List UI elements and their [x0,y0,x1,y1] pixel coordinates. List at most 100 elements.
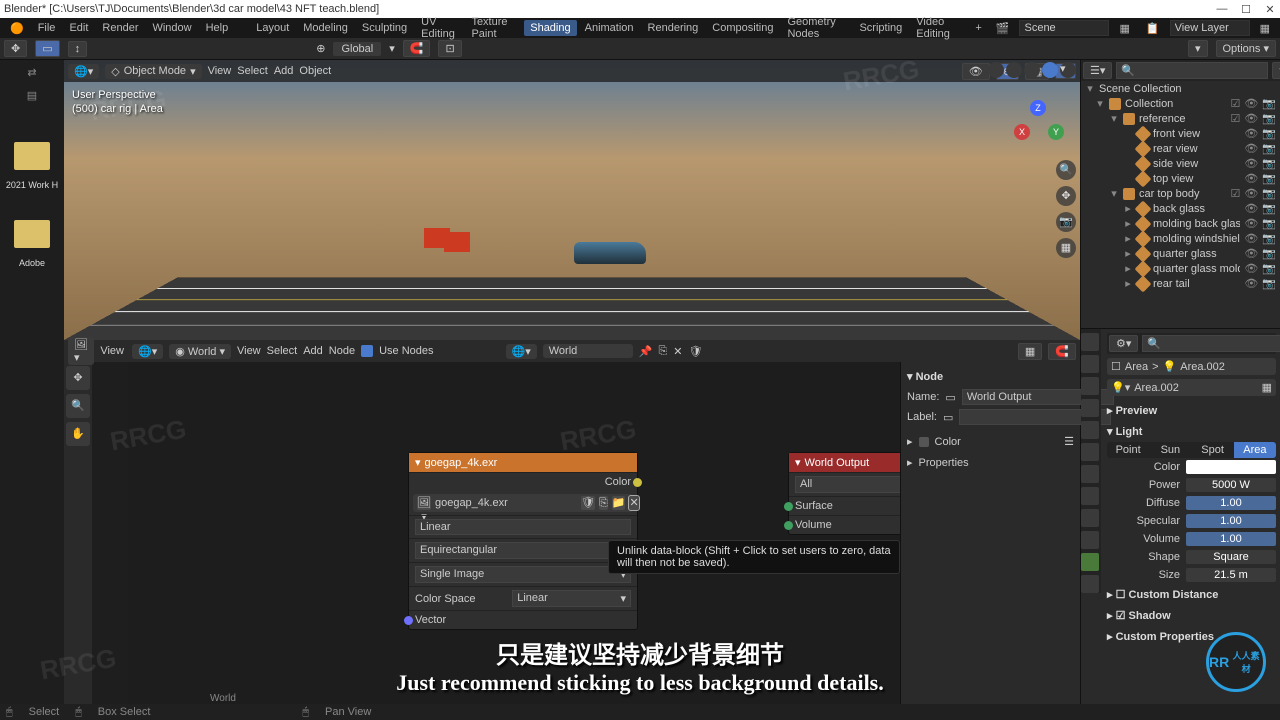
layer-new-icon[interactable]: ▦ [1254,20,1276,37]
folder-icon[interactable] [14,220,50,248]
outliner-item[interactable]: quarter glass [1153,248,1240,260]
volume-value[interactable]: 1.00 [1186,532,1276,546]
shade-solid-icon[interactable] [1006,62,1022,78]
scene-field[interactable] [1019,20,1109,36]
camera-view-icon[interactable]: 📷 [1056,212,1076,232]
breadcrumb-2[interactable]: Area.002 [1180,361,1225,373]
eye-icon[interactable]: 👁 [1244,97,1258,110]
interpolation-select[interactable]: Linear [415,519,631,535]
outliner-item[interactable]: molding back glass [1153,218,1240,230]
axis-z-icon[interactable]: Z [1030,100,1046,116]
tab-rendering[interactable]: Rendering [642,20,705,36]
tab-modifier-icon[interactable] [1081,465,1099,483]
specular-value[interactable]: 1.00 [1186,514,1276,528]
tab-scripting[interactable]: Scripting [853,20,908,36]
tab-world-icon[interactable] [1081,421,1099,439]
node-editor-type-icon[interactable]: 🌐▾ [132,344,163,359]
toolshelf-icon-2[interactable]: ▤ [27,89,37,102]
outliner-item[interactable]: front view [1153,128,1240,140]
tab-object-icon[interactable] [1081,443,1099,461]
color-swatch-icon[interactable] [919,437,929,447]
light-type-area[interactable]: Area [1234,442,1276,458]
tab-scene-icon[interactable] [1081,399,1099,417]
tab-layout[interactable]: Layout [250,20,295,36]
color-section[interactable]: Color [935,436,961,448]
shade-matprev-icon[interactable] [1024,62,1040,78]
ne-menu-node[interactable]: Node [329,345,355,357]
shape-select[interactable]: Square [1186,550,1276,564]
light-color-swatch[interactable] [1186,460,1276,474]
light-type-spot[interactable]: Spot [1192,442,1234,458]
tab-animation[interactable]: Animation [579,20,640,36]
menu-help[interactable]: Help [200,20,235,36]
close-icon[interactable]: ✕ [1264,3,1276,16]
scene-new-icon[interactable]: ▦ [1113,20,1135,37]
maximize-icon[interactable]: ☐ [1240,3,1252,16]
outliner-item[interactable]: back glass [1153,203,1240,215]
scene-collection[interactable]: Scene Collection [1099,83,1276,95]
vp-menu-add[interactable]: Add [274,65,294,77]
pin-icon[interactable]: 📌 [639,345,653,358]
duplicate-icon[interactable]: ⎘ [599,496,608,510]
custom-distance-panel[interactable]: ▸ ☐ Custom Distance [1107,584,1276,605]
tab-particles-icon[interactable] [1081,487,1099,505]
collapse-icon[interactable]: ▾ [795,456,801,469]
source-select[interactable]: Single Image ▾ [415,566,631,583]
zoom-icon[interactable]: 🔍 [1056,160,1076,180]
checkbox-icon[interactable]: ☑ [1230,97,1240,110]
uv-pan-icon[interactable]: ✋ [66,422,90,446]
tab-physics-icon[interactable] [1081,509,1099,527]
menu-render[interactable]: Render [96,20,144,36]
minimize-icon[interactable]: — [1216,3,1228,16]
light-type-sun[interactable]: Sun [1149,442,1191,458]
breadcrumb-1[interactable]: Area [1125,361,1148,373]
open-file-icon[interactable]: 📁 [612,496,626,510]
vp-menu-object[interactable]: Object [299,65,331,77]
fake-user-icon[interactable]: 🛡 [581,496,595,510]
vp-menu-select[interactable]: Select [237,65,268,77]
unlink-image-icon[interactable]: ✕ [629,496,638,510]
cursor-tool-icon[interactable]: ✥ [4,40,27,57]
vp-menu-view[interactable]: View [208,65,232,77]
snap-global[interactable]: Global [333,42,381,56]
shadow-panel[interactable]: ▸ ☑ Shadow [1107,605,1276,626]
tab-geonodes[interactable]: Geometry Nodes [781,14,851,42]
copy-icon[interactable]: ⎘ [658,345,667,358]
collection-item[interactable]: Collection [1125,98,1226,110]
tab-texpaint[interactable]: Texture Paint [465,14,522,42]
tab-video[interactable]: Video Editing [910,14,967,42]
perspective-icon[interactable]: ▦ [1056,238,1076,258]
light-datablock[interactable]: Area.002 [1134,382,1257,394]
options-btn[interactable]: Options ▾ [1216,40,1277,57]
datablock-icon[interactable]: 💡▾ [1111,381,1130,394]
outliner-type-icon[interactable]: ☰▾ [1083,62,1112,79]
socket-surface-in[interactable] [784,502,793,511]
toolshelf-icon[interactable]: ⇄ [27,66,36,79]
socket-vector-in[interactable] [404,616,413,625]
shade-wire-icon[interactable] [988,62,1004,78]
outliner[interactable]: ☰▾ ▾ ▾Scene Collection ▾Collection☑👁📷 ▾r… [1081,60,1280,328]
uv-menu-view[interactable]: View [100,345,124,357]
world-datablock-icon[interactable]: 🌐▾ [506,344,537,359]
snap-toggle-icon[interactable]: 🧲 [403,40,431,57]
collection-car[interactable]: car top body [1139,188,1226,200]
uv-zoom-icon[interactable]: 🔍 [66,394,90,418]
tab-uv[interactable]: UV Editing [415,14,463,42]
folder-icon[interactable] [14,142,50,170]
outliner-item[interactable]: top view [1153,173,1240,185]
axis-x-icon[interactable]: X [1014,124,1030,140]
orientation-icon[interactable]: ⊕ [316,42,325,55]
power-value[interactable]: 5000 W [1186,478,1276,492]
render-icon[interactable]: 📷 [1262,97,1276,110]
fake-user-icon[interactable]: 🛡 [688,345,702,358]
projection-select[interactable]: Equirectangular ▾ [415,542,631,559]
outliner-item[interactable]: molding windshield [1153,233,1240,245]
size-value[interactable]: 21.5 m [1186,568,1276,582]
tab-viewlayer-icon[interactable] [1081,377,1099,395]
properties-section[interactable]: Properties [919,457,969,469]
tab-compositing[interactable]: Compositing [706,20,779,36]
socket-color-out[interactable] [633,478,642,487]
expand-icon[interactable]: ▸ [907,435,913,448]
filter-icon[interactable]: ▾ [1188,40,1208,57]
world-datablock[interactable]: World [543,344,633,358]
